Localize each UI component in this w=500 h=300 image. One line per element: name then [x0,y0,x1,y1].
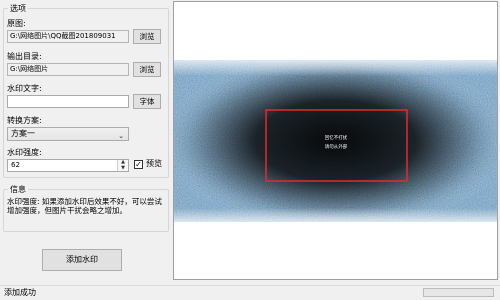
image-fade-bottom [174,208,497,228]
browse-source-button[interactable]: 浏览 [133,29,161,44]
chevron-down-icon: ⌄ [118,132,124,140]
image-vignette [174,60,497,222]
preview-pane: 回忆不打扰 请勿从外部 [173,1,498,280]
font-button[interactable]: 字体 [133,94,161,109]
source-label: 原图: [7,19,26,28]
strength-stepper[interactable]: 62 ▲ ▼ [7,159,129,172]
add-watermark-button[interactable]: 添加水印 [42,249,122,271]
status-bar: 添加成功 [0,285,500,300]
check-icon: ✓ [135,160,142,169]
image-fade-top [174,54,497,76]
strength-value: 62 [11,161,20,169]
watermark-text-label: 水印文字: [7,84,42,93]
watermark-text-line2: 请勿从外部 [325,143,348,150]
watermark-text-input[interactable] [7,95,129,108]
scheme-label: 转换方案: [7,116,42,125]
scheme-selected-value: 方案一 [11,129,35,138]
preview-image: 回忆不打扰 请勿从外部 [174,54,497,228]
watermark-text-line1: 回忆不打扰 [325,134,348,141]
preview-checkbox-label[interactable]: 预览 [146,159,162,169]
info-text: 水印强度: 如果添加水印后效果不好，可以尝试增加强度，但图片干扰会略之增加。 [7,197,162,215]
stepper-arrows-icon[interactable]: ▲ ▼ [117,159,128,171]
browse-output-button[interactable]: 浏览 [133,62,161,77]
options-legend: 选项 [10,4,26,13]
output-dir-field[interactable]: G:\网络图片 [7,63,129,76]
status-progress-bar [423,288,494,297]
scheme-dropdown[interactable]: 方案一 ⌄ [7,127,129,141]
source-path-field[interactable]: G:\网络图片\QQ截图201809031 [7,30,129,43]
status-text: 添加成功 [4,288,36,297]
info-legend: 信息 [10,185,26,194]
preview-checkbox[interactable]: ✓ [134,160,143,169]
strength-label: 水印强度: [7,148,42,157]
output-dir-label: 输出目录: [7,52,42,61]
